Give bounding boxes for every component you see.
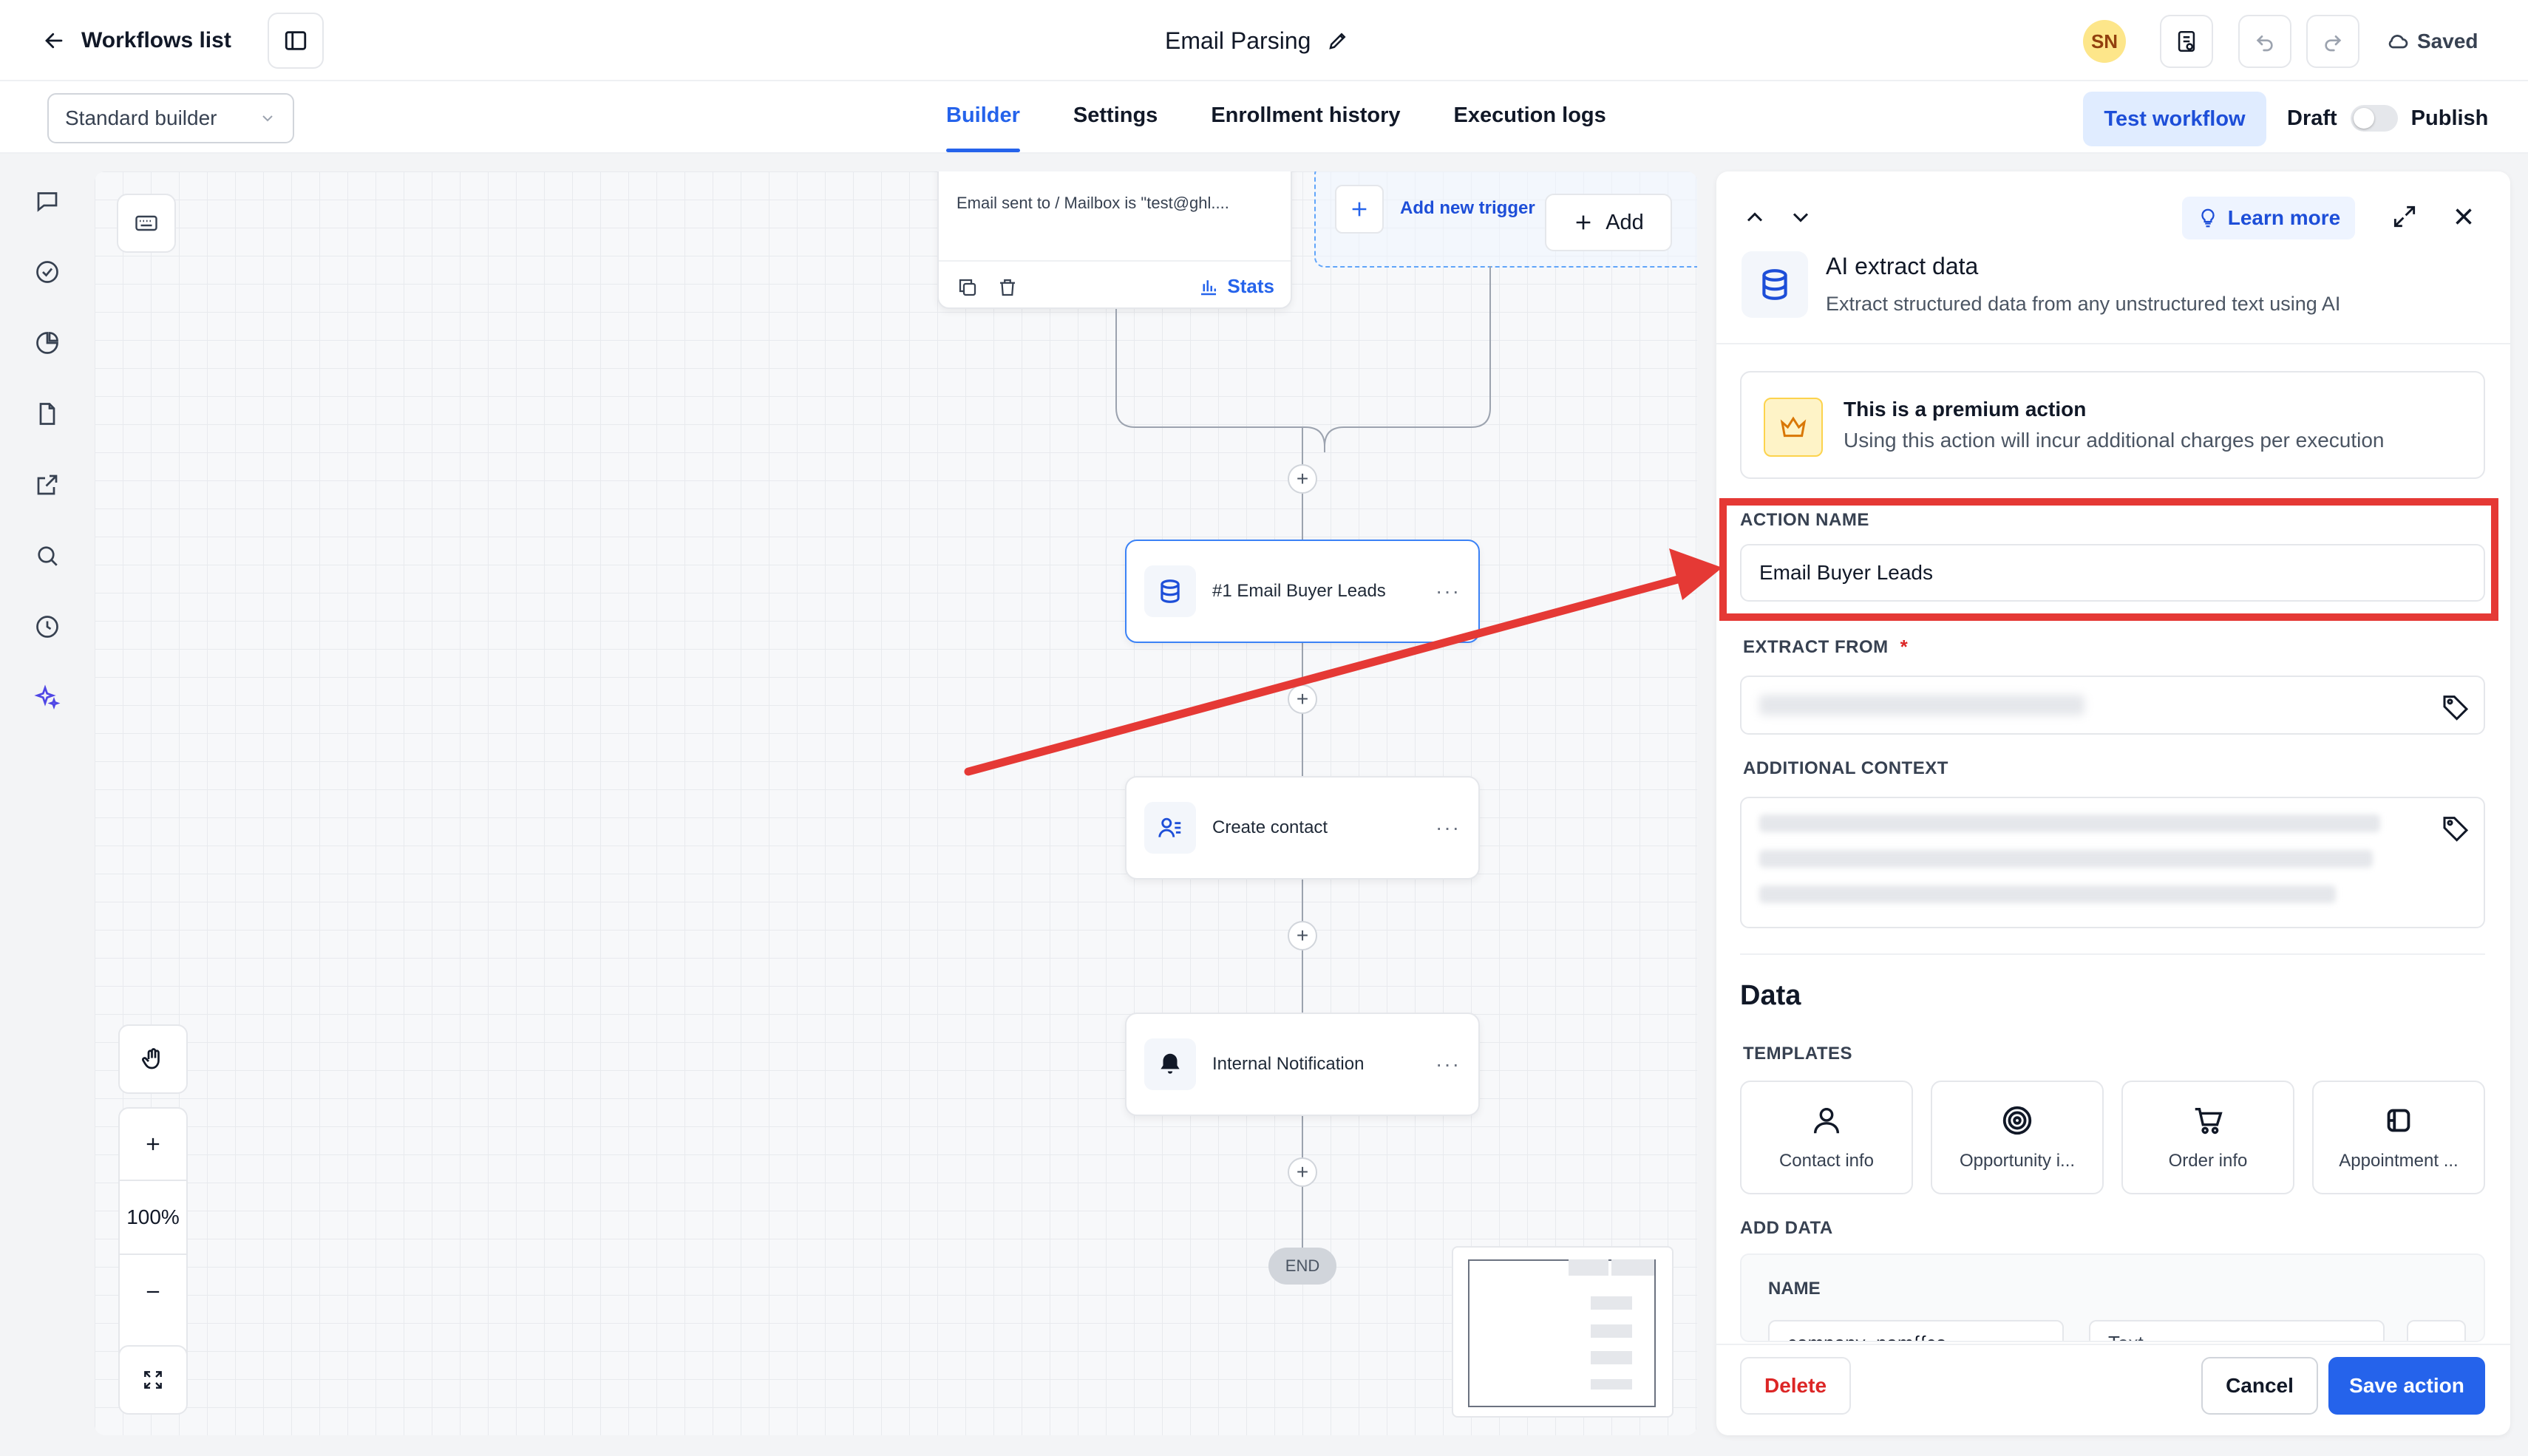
- annotation-arrow: [964, 548, 1722, 776]
